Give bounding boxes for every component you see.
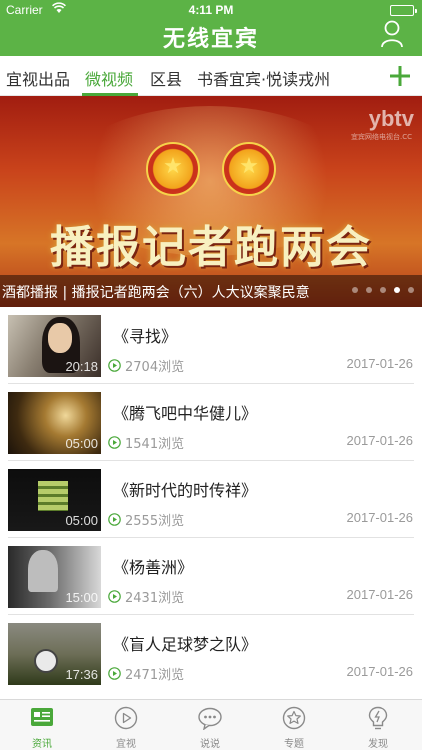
video-thumbnail: 15:00 — [8, 546, 101, 608]
banner-headline: 播报记者跑两会 — [50, 222, 372, 273]
list-item[interactable]: 05:00 《新时代的时传祥》 2555浏览 2017-01-26 — [0, 461, 422, 538]
featured-banner[interactable]: ★ ★ 播报记者跑两会 ybtv 宜宾网络电视台.CC 酒都播报 | 播报记者跑… — [0, 96, 422, 307]
video-thumbnail: 05:00 — [8, 469, 101, 531]
video-thumbnail: 20:18 — [8, 315, 101, 377]
publish-date: 2017-01-26 — [346, 433, 414, 448]
carousel-dots — [352, 287, 414, 295]
play-icon — [108, 359, 121, 372]
list-item[interactable]: 20:18 《寻找》 2704浏览 2017-01-26 — [0, 307, 422, 384]
carousel-dot[interactable] — [366, 287, 372, 293]
video-thumbnail: 05:00 — [8, 392, 101, 454]
play-icon — [108, 667, 121, 680]
status-time: 4:11 PM — [188, 3, 234, 17]
tab-talk-label: 说说 — [200, 739, 220, 750]
video-title: 《腾飞吧中华健儿》 — [113, 404, 258, 423]
bottom-tab-bar: 资讯 宜视 说说 专题 发现 — [0, 699, 422, 750]
carousel-dot-active[interactable] — [394, 287, 400, 293]
user-icon[interactable] — [380, 20, 404, 48]
carousel-dot[interactable] — [352, 287, 358, 293]
battery-icon — [390, 5, 417, 16]
tab-yishi[interactable]: 宜视 — [84, 700, 168, 750]
video-duration: 17:36 — [65, 667, 98, 682]
view-count: 2431浏览 — [125, 591, 185, 606]
video-thumbnail: 17:36 — [8, 623, 101, 685]
chat-bubble-icon — [198, 707, 222, 730]
status-bar: Carrier 4:11 PM — [0, 0, 422, 20]
tab-reading[interactable]: 书香宜宾·悦读戎州 — [197, 66, 330, 90]
publish-date: 2017-01-26 — [346, 587, 414, 602]
video-duration: 20:18 — [65, 359, 98, 374]
publish-date: 2017-01-26 — [346, 664, 414, 679]
tab-topics-label: 专题 — [284, 739, 304, 750]
play-icon — [108, 513, 121, 526]
tab-micro-video[interactable]: 微视频 — [85, 66, 133, 90]
tv-watermark-sub: 宜宾网络电视台.CC — [350, 133, 412, 141]
video-duration: 15:00 — [65, 590, 98, 605]
list-item[interactable]: 05:00 《腾飞吧中华健儿》 1541浏览 2017-01-26 — [0, 384, 422, 461]
publish-date: 2017-01-26 — [346, 356, 414, 371]
tab-news-label: 资讯 — [32, 739, 52, 750]
view-count: 1541浏览 — [125, 437, 185, 452]
tab-yishi-label: 宜视 — [116, 739, 136, 750]
carousel-dot[interactable] — [408, 287, 414, 293]
app-title: 无线宜宾 — [162, 27, 259, 52]
play-icon — [108, 590, 121, 603]
app-header: Carrier 4:11 PM 无线宜宾 — [0, 0, 422, 56]
cppcc-emblem-icon: ★ — [222, 142, 276, 196]
view-count: 2555浏览 — [125, 514, 185, 529]
tab-districts[interactable]: 区县 — [150, 66, 182, 90]
tab-discover[interactable]: 发现 — [336, 700, 420, 750]
video-title: 《新时代的时传祥》 — [113, 481, 258, 500]
discover-icon — [368, 706, 388, 730]
carousel-dot[interactable] — [380, 287, 386, 293]
video-title: 《寻找》 — [113, 327, 178, 346]
plus-icon[interactable] — [386, 60, 414, 88]
publish-date: 2017-01-26 — [346, 510, 414, 525]
play-circle-icon — [114, 706, 138, 730]
list-item[interactable]: 17:36 《盲人足球梦之队》 2471浏览 2017-01-26 — [0, 615, 422, 692]
star-icon — [282, 706, 306, 730]
video-title: 《盲人足球梦之队》 — [113, 635, 258, 654]
tv-watermark: ybtv — [368, 106, 414, 131]
view-count: 2471浏览 — [125, 668, 185, 683]
category-tabs: 宜视出品 微视频 区县 书香宜宾·悦读戎州 — [0, 56, 422, 96]
tab-discover-label: 发现 — [368, 739, 388, 750]
list-item[interactable]: 15:00 《杨善洲》 2431浏览 2017-01-26 — [0, 538, 422, 615]
view-count: 2704浏览 — [125, 360, 185, 375]
tab-talk[interactable]: 说说 — [168, 700, 252, 750]
tab-topics[interactable]: 专题 — [252, 700, 336, 750]
national-emblem-icon: ★ — [146, 142, 200, 196]
news-icon — [31, 708, 53, 726]
video-duration: 05:00 — [65, 513, 98, 528]
banner-caption-bar: 酒都播报 | 播报记者跑两会（六）人大议案聚民意 — [0, 275, 422, 307]
banner-caption: 酒都播报 | 播报记者跑两会（六）人大议案聚民意 — [2, 285, 310, 301]
play-icon — [108, 436, 121, 449]
video-duration: 05:00 — [65, 436, 98, 451]
tab-yishi-production[interactable]: 宜视出品 — [6, 66, 70, 90]
tab-news[interactable]: 资讯 — [0, 700, 84, 750]
video-title: 《杨善洲》 — [113, 558, 194, 577]
